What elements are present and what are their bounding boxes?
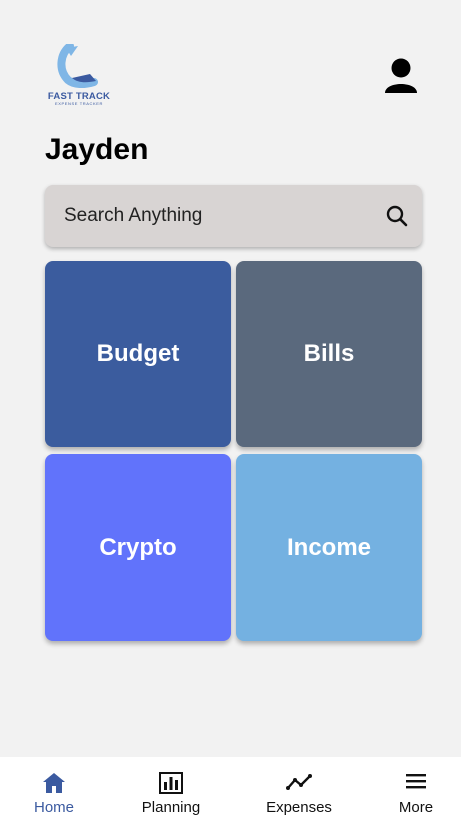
crypto-tile-label: Crypto: [99, 533, 177, 561]
app-logo: FAST TRACK EXPENSE TRACKER: [46, 44, 112, 108]
bottom-nav: Home Planning Expenses More: [0, 757, 461, 826]
income-tile-label: Income: [286, 533, 372, 561]
income-tile[interactable]: Income: [236, 454, 422, 641]
nav-more-label: More: [398, 799, 434, 816]
brand-subtitle: EXPENSE TRACKER: [54, 101, 104, 106]
budget-tile-label: Budget: [96, 340, 180, 367]
menu-icon: [406, 774, 426, 789]
nav-planning[interactable]: Planning: [121, 757, 221, 826]
nav-planning-label: Planning: [141, 799, 201, 816]
trend-line-icon: [286, 774, 312, 790]
search-input[interactable]: [64, 185, 374, 247]
search-icon[interactable]: [386, 205, 408, 227]
logo-arrow-icon: [57, 44, 98, 89]
profile-icon[interactable]: [383, 57, 419, 95]
crypto-tile[interactable]: Crypto: [45, 454, 231, 641]
nav-expenses-label: Expenses: [266, 799, 332, 816]
nav-home-label: Home: [33, 799, 74, 816]
bills-tile-label: Bills: [303, 340, 355, 367]
nav-home[interactable]: Home: [4, 757, 104, 826]
home-icon: [43, 773, 65, 793]
bills-tile[interactable]: Bills: [236, 261, 422, 447]
budget-tile[interactable]: Budget: [45, 261, 231, 447]
bar-chart-icon: [159, 772, 183, 794]
page-title: Jayden: [45, 133, 149, 166]
search-bar: [45, 185, 422, 247]
nav-more[interactable]: More: [366, 757, 461, 826]
nav-expenses[interactable]: Expenses: [249, 757, 349, 826]
